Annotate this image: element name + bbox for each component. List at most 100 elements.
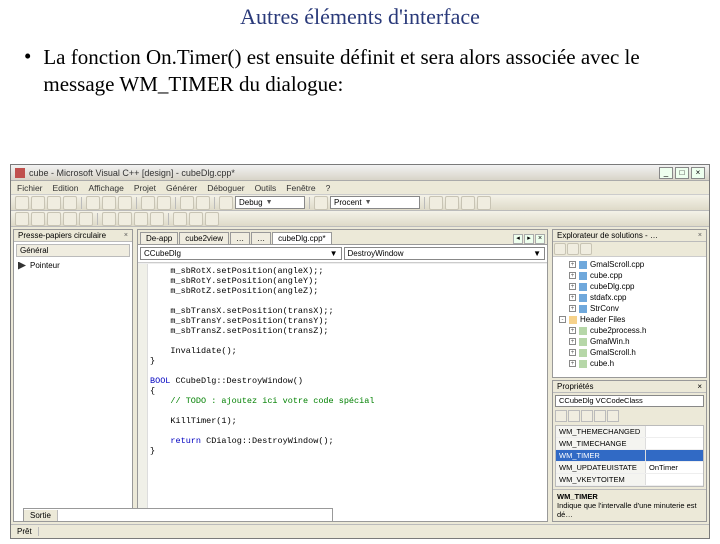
t2-d[interactable] [63,212,77,226]
nav-back-button[interactable] [180,196,194,210]
tab-file-0[interactable]: De-app [140,232,178,244]
tool-b[interactable] [445,196,459,210]
properties-list[interactable]: WM_THEMECHANGEDWM_TIMECHANGEWM_TIMERWM_U… [555,425,704,487]
tab-file-2[interactable]: … [230,232,250,244]
class-combo[interactable]: CCubeDlg▼ [140,247,342,260]
editor-panel: De-app cube2view … … cubeDlg.cpp* ◂ ▸ × … [137,229,548,522]
nav-fwd-button[interactable] [196,196,210,210]
toolbox-pointer[interactable]: Pointeur [14,259,132,272]
close-button[interactable]: × [691,167,705,179]
property-row[interactable]: WM_TIMECHANGE [556,438,703,450]
menu-build[interactable]: Générer [166,183,197,193]
editor-tabstrip: De-app cube2view … … cubeDlg.cpp* ◂ ▸ × [138,230,547,245]
member-combo[interactable]: DestroyWindow▼ [344,247,546,260]
copy-button[interactable] [102,196,116,210]
t2-h[interactable] [134,212,148,226]
pointer-icon [18,262,26,270]
status-text: Prêt [11,527,39,536]
redo-button[interactable] [157,196,171,210]
solution-close-icon[interactable]: × [698,232,702,239]
saveall-button[interactable] [63,196,77,210]
tree-node[interactable]: +GmalScroll.h [555,347,704,358]
tab-next-button[interactable]: ▸ [524,234,534,244]
find-combo[interactable]: Procent▼ [330,196,420,209]
toolbox-close-icon[interactable]: × [124,232,128,239]
t2-j[interactable] [173,212,187,226]
tree-node[interactable]: +cubeDlg.cpp [555,281,704,292]
property-row[interactable]: WM_UPDATEUISTATE OnTimer [556,462,703,474]
menu-view[interactable]: Affichage [89,183,124,193]
prop-az-button[interactable] [568,410,580,422]
tree-node[interactable]: +StrConv [555,303,704,314]
statusbar: Prêt [11,524,709,538]
find-icon[interactable] [314,196,328,210]
run-button[interactable] [219,196,233,210]
prop-events-button[interactable] [581,410,593,422]
tool-c[interactable] [461,196,475,210]
t2-i[interactable] [150,212,164,226]
menu-file[interactable]: Fichier [17,183,43,193]
prop-cat-button[interactable] [555,410,567,422]
slide-title: Autres éléments d'interface [0,4,720,30]
toolbox-tab-general[interactable]: Général [16,244,130,257]
tree-node[interactable]: +cube2process.h [555,325,704,336]
t2-c[interactable] [47,212,61,226]
menu-edit[interactable]: Edition [53,183,79,193]
menu-project[interactable]: Projet [134,183,156,193]
menu-tools[interactable]: Outils [255,183,277,193]
bullet-item: • La fonction On.Timer() est ensuite déf… [24,44,696,99]
t2-k[interactable] [189,212,203,226]
bullet-text: La fonction On.Timer() est ensuite défin… [43,44,696,99]
t2-g[interactable] [118,212,132,226]
tab-file-3[interactable]: … [251,232,271,244]
bullet-dot: • [24,44,31,99]
minimize-button[interactable]: _ [659,167,673,179]
sol-btn-b[interactable] [567,243,579,255]
menu-debug[interactable]: Déboguer [207,183,244,193]
cut-button[interactable] [86,196,100,210]
maximize-button[interactable]: □ [675,167,689,179]
output-tab[interactable]: Sortie [24,510,58,521]
t2-a[interactable] [15,212,29,226]
prop-overrides-button[interactable] [607,410,619,422]
solution-tree[interactable]: +GmalScroll.cpp+cube.cpp+cubeDlg.cpp+std… [553,257,706,377]
property-row[interactable]: WM_VKEYTOITEM [556,474,703,486]
config-combo[interactable]: Debug▼ [235,196,305,209]
tree-node[interactable]: -Header Files [555,314,704,325]
tab-file-active[interactable]: cubeDlg.cpp* [272,232,332,244]
property-row[interactable]: WM_TIMER [556,450,703,462]
undo-button[interactable] [141,196,155,210]
sol-btn-c[interactable] [580,243,592,255]
tool-a[interactable] [429,196,443,210]
sol-btn-a[interactable] [554,243,566,255]
solution-title: Explorateur de solutions - … [557,231,658,240]
window-title: cube - Microsoft Visual C++ [design] - c… [29,168,659,178]
t2-b[interactable] [31,212,45,226]
property-row[interactable]: WM_THEMECHANGED [556,426,703,438]
open-button[interactable] [31,196,45,210]
tree-node[interactable]: +cube.h [555,358,704,369]
new-button[interactable] [15,196,29,210]
tree-node[interactable]: +stdafx.cpp [555,292,704,303]
t2-l[interactable] [205,212,219,226]
ide-window: cube - Microsoft Visual C++ [design] - c… [10,164,710,539]
prop-messages-button[interactable] [594,410,606,422]
tree-node[interactable]: +GmalWin.h [555,336,704,347]
code-editor[interactable]: m_sbRotX.setPosition(angleX);; m_sbRotY.… [138,263,547,521]
menu-window[interactable]: Fenêtre [286,183,315,193]
properties-object-combo[interactable]: CCubeDlg VCCodeClass [555,395,704,407]
t2-f[interactable] [102,212,116,226]
tab-prev-button[interactable]: ◂ [513,234,523,244]
tree-node[interactable]: +GmalScroll.cpp [555,259,704,270]
tool-d[interactable] [477,196,491,210]
tree-node[interactable]: +cube.cpp [555,270,704,281]
menu-help[interactable]: ? [326,183,331,193]
tab-file-1[interactable]: cube2view [179,232,229,244]
tab-close-button[interactable]: × [535,234,545,244]
save-button[interactable] [47,196,61,210]
paste-button[interactable] [118,196,132,210]
properties-close-icon[interactable]: × [697,382,702,391]
output-panel[interactable]: Sortie [23,508,333,522]
properties-description: WM_TIMER Indique que l'intervalle d'une … [553,489,706,521]
t2-e[interactable] [79,212,93,226]
